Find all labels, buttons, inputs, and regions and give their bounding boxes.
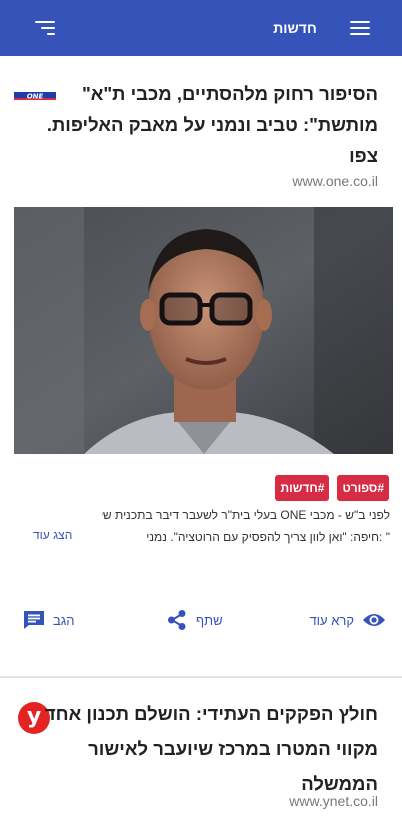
show-more-link[interactable]: הצג עוד <box>33 528 72 542</box>
top-app-bar: חדשות <box>0 0 402 56</box>
tag-list: #ספורט #חדשות <box>275 475 389 501</box>
sort-filter-button[interactable] <box>31 16 59 40</box>
share-label: שתף <box>196 612 223 628</box>
article-headline[interactable]: הסיפור רחוק מלהסתיים, מכבי ת"א" מותשת": … <box>38 78 378 171</box>
tag-news[interactable]: #חדשות <box>275 475 330 501</box>
article-image[interactable] <box>14 207 393 454</box>
source-url: www.ynet.co.il <box>289 793 378 809</box>
article-headline[interactable]: חולץ הפקקים העתידי: הושלם תכנון אחד מקוו… <box>38 696 378 801</box>
summary-line: לפני ב"ש - מכבי ONE בעלי בית"ר לשעבר דיב… <box>102 508 390 522</box>
read-more-button[interactable]: קרא עוד <box>309 604 386 636</box>
comment-button[interactable]: הגב <box>23 604 75 636</box>
tag-sports[interactable]: #ספורט <box>337 475 389 501</box>
summary-line: " :חיפה: "ואן לוון צריך להפסיק עם הרוטצי… <box>146 530 390 544</box>
comment-icon <box>24 611 44 629</box>
eye-icon <box>363 614 385 626</box>
source-url: www.one.co.il <box>292 173 378 189</box>
hamburger-menu-button[interactable] <box>350 18 372 38</box>
hamburger-menu-icon <box>350 21 370 23</box>
sort-filter-icon <box>35 21 55 23</box>
card-divider <box>0 676 402 678</box>
headline-line: חולץ הפקקים העתידי: הושלם תכנון אחד <box>44 703 378 724</box>
article-actions: קרא עוד שתף הגב <box>0 604 402 636</box>
share-button[interactable]: שתף <box>166 604 223 636</box>
headline-line: צפו <box>349 145 378 166</box>
share-icon <box>168 610 186 630</box>
headline-line: מותשת": טביב ונמני על מאבק האליפות. <box>46 114 378 135</box>
headline-line: הסיפור רחוק מלהסתיים, מכבי ת"א" <box>82 83 378 104</box>
article-summary: לפני ב"ש - מכבי ONE בעלי בית"ר לשעבר דיב… <box>102 504 390 548</box>
page-title: חדשות <box>273 20 317 36</box>
comment-label: הגב <box>53 612 75 628</box>
read-more-label: קרא עוד <box>309 612 354 628</box>
headline-line: מקווי המטרו במרכז שיועבר לאישור <box>88 738 378 759</box>
